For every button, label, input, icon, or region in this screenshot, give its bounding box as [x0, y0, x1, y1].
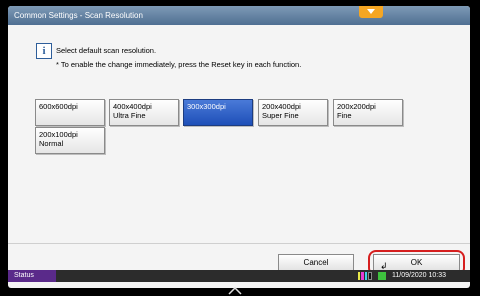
instruction-note: * To enable the change immediately, pres…: [56, 60, 302, 69]
option-200x100dpi[interactable]: 200x100dpi Normal: [35, 127, 105, 154]
status-button[interactable]: Status: [8, 270, 56, 282]
toner-level-icon: [358, 272, 372, 280]
option-200x200dpi[interactable]: 200x200dpi Fine: [333, 99, 403, 126]
info-icon: i: [36, 43, 52, 59]
screen: Common Settings - Scan Resolution i Sele…: [8, 6, 470, 288]
option-300x300dpi[interactable]: 300x300dpi: [183, 99, 253, 126]
option-600x600dpi[interactable]: 600x600dpi: [35, 99, 105, 126]
option-400x400dpi[interactable]: 400x400dpi Ultra Fine: [109, 99, 179, 126]
status-bar: Status 11/09/2020 10:33: [8, 270, 470, 282]
ok-label: OK: [410, 258, 423, 267]
datetime: 11/09/2020 10:33: [392, 272, 446, 279]
home-icon[interactable]: [228, 287, 242, 295]
status-lamp-icon: [378, 272, 386, 280]
dropdown-tab-icon[interactable]: [359, 6, 383, 18]
option-200x400dpi[interactable]: 200x400dpi Super Fine: [258, 99, 328, 126]
title-bar: Common Settings - Scan Resolution: [8, 6, 470, 25]
instruction-text: Select default scan resolution.: [56, 46, 157, 55]
footer-divider: [8, 243, 470, 244]
page-title: Common Settings - Scan Resolution: [14, 11, 143, 20]
